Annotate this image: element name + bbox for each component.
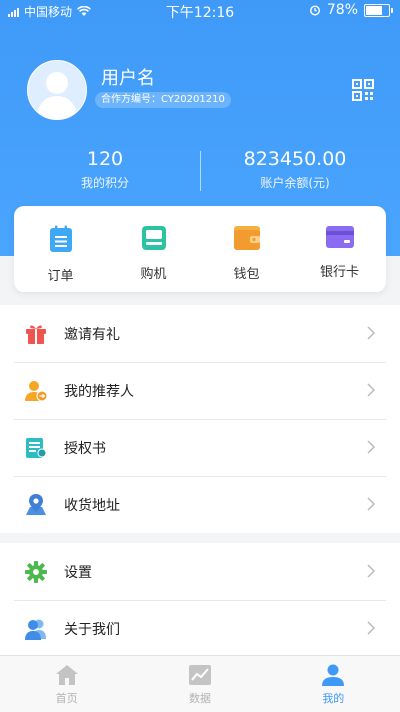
balance-value: 823450.00: [243, 148, 347, 170]
qr-code-icon[interactable]: [352, 79, 374, 101]
avatar[interactable]: [27, 60, 87, 120]
chevron-right-icon: [367, 440, 376, 454]
about-icon: [25, 619, 46, 640]
points-stat[interactable]: 120 我的积分: [5, 148, 205, 191]
settings-icon: [25, 560, 47, 583]
profile-icon: [322, 664, 345, 686]
menu-item-settings[interactable]: 设置: [0, 543, 400, 600]
authorization-icon: [26, 437, 47, 458]
wallet-icon: [233, 226, 260, 250]
menu-item-label: 收货地址: [64, 497, 120, 514]
address-icon: [26, 493, 46, 515]
battery-percent: 78%: [326, 2, 358, 18]
quick-action-buy-machine[interactable]: 购机: [107, 206, 200, 292]
chevron-right-icon: [367, 497, 376, 511]
points-label: 我的积分: [80, 176, 129, 190]
chevron-right-icon: [367, 326, 376, 340]
chevron-right-icon: [367, 621, 376, 635]
quick-action-wallet[interactable]: 钱包: [200, 206, 293, 292]
menu-group-secondary: 设置 关于我们: [0, 543, 400, 657]
tab-label: 首页: [55, 692, 78, 705]
gift-icon: [26, 325, 46, 344]
quick-action-label: 购机: [140, 267, 167, 282]
balance-label: 账户余额(元): [260, 176, 330, 190]
quick-action-label: 订单: [47, 269, 74, 284]
points-value: 120: [86, 148, 124, 170]
tab-label: 我的: [322, 692, 345, 705]
tab-mine[interactable]: 我的: [267, 656, 400, 712]
quick-action-order[interactable]: 订单: [14, 206, 107, 292]
menu-item-authorization[interactable]: 授权书: [0, 419, 400, 476]
menu-item-address[interactable]: 收货地址: [0, 476, 400, 533]
battery-icon: [364, 3, 393, 17]
menu-item-label: 授权书: [64, 440, 106, 457]
home-icon: [55, 665, 78, 685]
coop-id-badge: 合作方编号：CY20201210: [95, 92, 231, 108]
referrer-icon: [25, 380, 48, 401]
status-bar: 中国移动 下午12:16 78%: [0, 0, 400, 22]
tab-data[interactable]: 数据: [133, 656, 266, 712]
avatar-placeholder-icon: [36, 72, 78, 119]
pos-machine-icon: [141, 226, 166, 250]
quick-action-label: 钱包: [233, 267, 260, 282]
tab-label: 数据: [188, 692, 211, 705]
menu-item-invite[interactable]: 邀请有礼: [0, 305, 400, 362]
quick-action-bank-card[interactable]: 银行卡: [293, 206, 386, 292]
quick-action-label: 银行卡: [319, 265, 359, 280]
tab-home[interactable]: 首页: [0, 656, 133, 712]
chart-icon: [188, 665, 211, 685]
balance-stat[interactable]: 823450.00 账户余额(元): [195, 148, 395, 191]
alarm-icon: [309, 5, 320, 16]
quick-actions-card: 订单 购机 钱包 银行卡: [14, 206, 386, 292]
menu-group-primary: 邀请有礼 我的推荐人 授权书 收货地址: [0, 305, 400, 533]
menu-item-label: 设置: [64, 564, 92, 581]
menu-item-label: 关于我们: [64, 621, 120, 638]
menu-item-referrer[interactable]: 我的推荐人: [0, 362, 400, 419]
menu-item-label: 邀请有礼: [64, 326, 120, 343]
chevron-right-icon: [367, 564, 376, 578]
menu-item-about[interactable]: 关于我们: [0, 600, 400, 657]
menu-item-label: 我的推荐人: [64, 383, 134, 400]
chevron-right-icon: [367, 383, 376, 397]
bottom-tab-bar: 首页 数据 我的: [0, 655, 400, 712]
username: 用户名: [101, 68, 155, 89]
order-icon: [49, 225, 72, 252]
bank-card-icon: [325, 226, 354, 248]
